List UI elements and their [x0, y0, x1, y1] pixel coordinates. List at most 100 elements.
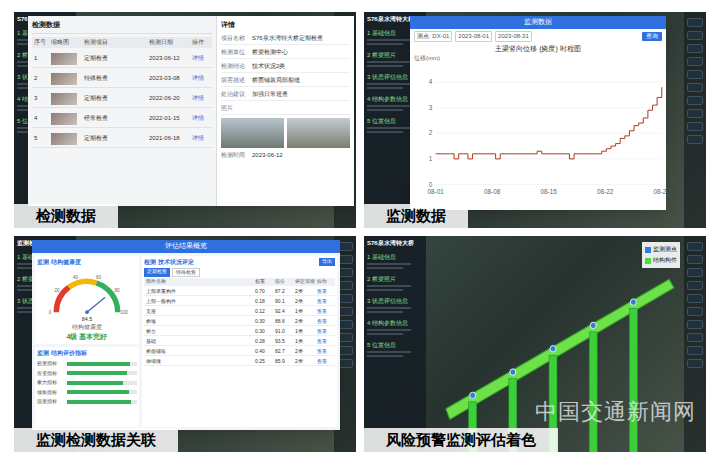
- tool-button-icon[interactable]: [687, 31, 703, 40]
- table-row[interactable]: 基础0.2893.51类查看: [144, 337, 335, 346]
- chart-step: [569, 154, 574, 159]
- sidebar-section[interactable]: 4 结构参数信息: [367, 319, 423, 335]
- health-gauge: 02040608010084.5: [37, 267, 137, 323]
- y-tick: 3: [429, 104, 662, 111]
- table-row[interactable]: 5定期检查2021-06-18详情: [32, 131, 212, 148]
- chart-step: [593, 153, 598, 154]
- table-row[interactable]: 上部一般构件0.1890.12类查看: [144, 297, 335, 306]
- sidebar-line: [367, 43, 403, 45]
- detail-field: 检测结论技术状况2类: [221, 62, 350, 73]
- tool-button-icon[interactable]: [687, 281, 703, 290]
- legend-swatch: [645, 247, 651, 253]
- svg-text:2: 2: [429, 129, 433, 136]
- detail-field: 病害描述桥面铺装局部裂缝: [221, 76, 350, 87]
- tool-button-icon[interactable]: [687, 18, 703, 27]
- photo[interactable]: [221, 118, 284, 148]
- table-row[interactable]: 4经常检查2022-01-15详情: [32, 111, 212, 128]
- chart-step: [491, 154, 496, 159]
- legend-item[interactable]: 监测测点: [645, 245, 677, 254]
- chart-step: [588, 153, 593, 154]
- sensor-marker-icon[interactable]: [550, 346, 556, 352]
- table-tab[interactable]: 定期检查: [144, 268, 170, 278]
- tool-button-icon[interactable]: [687, 255, 703, 264]
- tool-button-icon[interactable]: [687, 294, 703, 303]
- tool-button-icon[interactable]: [687, 122, 703, 131]
- legend-item[interactable]: 结构构件: [645, 256, 677, 265]
- indicator-row: 挠度指标: [37, 360, 137, 368]
- tool-button-icon[interactable]: [687, 70, 703, 79]
- thumbnail: [51, 133, 77, 145]
- indicator-fill: [67, 400, 131, 404]
- detail-link[interactable]: 详情: [192, 94, 210, 103]
- sidebar-line: [367, 263, 411, 265]
- photo[interactable]: [287, 118, 350, 148]
- filter-field[interactable]: 2023-08-01: [455, 31, 492, 42]
- detail-link[interactable]: 详情: [192, 134, 210, 143]
- sidebar-line: [367, 87, 403, 89]
- table-row[interactable]: 2特殊检查2023-03-08详情: [32, 71, 212, 88]
- svg-text:40: 40: [73, 274, 79, 279]
- sensor-marker-icon[interactable]: [630, 299, 636, 305]
- detail-link[interactable]: 详情: [192, 114, 210, 123]
- filter-field[interactable]: 测点: DX-01: [414, 31, 452, 42]
- table-row[interactable]: 桥墩0.3088.62类查看: [144, 317, 335, 326]
- tool-button-icon[interactable]: [687, 242, 703, 251]
- thumbnail: [51, 113, 77, 125]
- sensor-marker-icon[interactable]: [470, 392, 476, 398]
- chart-step: [546, 153, 551, 154]
- thumbnail: [51, 73, 77, 85]
- tool-button-icon[interactable]: [687, 83, 703, 92]
- table-tab[interactable]: 特殊检查: [172, 268, 200, 278]
- tool-button-icon[interactable]: [687, 44, 703, 53]
- chart-step: [606, 146, 611, 149]
- chart-step: [509, 153, 514, 154]
- detail-link[interactable]: 详情: [192, 54, 210, 63]
- chart-step: [454, 154, 459, 159]
- chart-step: [551, 153, 556, 154]
- tool-button-icon[interactable]: [687, 135, 703, 144]
- tool-button-icon[interactable]: [687, 57, 703, 66]
- bridge-pier[interactable]: [589, 322, 597, 452]
- tool-button-icon[interactable]: [687, 268, 703, 277]
- detail-link[interactable]: 详情: [192, 74, 210, 83]
- export-button[interactable]: 导出: [319, 258, 335, 266]
- sensor-marker-icon[interactable]: [590, 322, 596, 328]
- sidebar-section[interactable]: 1 基础信息: [367, 253, 423, 269]
- tool-button-icon[interactable]: [687, 307, 703, 316]
- caption: 检测数据: [14, 204, 118, 228]
- chart-step: [643, 110, 648, 118]
- tool-button-icon[interactable]: [687, 320, 703, 329]
- sidebar-section[interactable]: 2 桥梁照片: [367, 275, 423, 291]
- table-row[interactable]: 伸缩缝0.2585.92类查看: [144, 357, 335, 366]
- filter-field[interactable]: 2023-08-31: [495, 31, 532, 42]
- table-row[interactable]: 上部承重构件0.7087.22类查看: [144, 287, 335, 296]
- line-chart: 0123408-0108-0808-1508-2208-29: [410, 63, 666, 210]
- chart-step: [459, 153, 464, 154]
- table-row[interactable]: 支座0.1292.41类查看: [144, 307, 335, 316]
- tool-button-icon[interactable]: [687, 96, 703, 105]
- tool-button-icon[interactable]: [687, 346, 703, 355]
- tool-button-icon[interactable]: [687, 359, 703, 368]
- column-header: 操作: [192, 38, 210, 47]
- column-header: 权重: [255, 278, 273, 286]
- table-row[interactable]: 桥面铺装0.4082.72类查看: [144, 347, 335, 356]
- sidebar-section[interactable]: 3 状态评估信息: [367, 297, 423, 313]
- bridge-pier[interactable]: [629, 299, 637, 452]
- sidebar-line: [367, 267, 403, 269]
- table-row[interactable]: 3定期检查2022-06-20详情: [32, 91, 212, 108]
- sidebar-section[interactable]: 5 位置信息: [367, 341, 423, 357]
- table-row[interactable]: 1定期检查2023-06-12详情: [32, 51, 212, 68]
- detail-field: 项目名称S76泉水湾特大桥定期检查: [221, 34, 350, 45]
- query-button[interactable]: 查询: [642, 32, 662, 41]
- chart-step: [565, 154, 570, 159]
- svg-text:1: 1: [429, 155, 433, 162]
- tool-button-icon[interactable]: [687, 109, 703, 118]
- sensor-marker-icon[interactable]: [510, 369, 516, 375]
- chart-step: [639, 118, 644, 123]
- chart-step: [436, 153, 441, 154]
- sidebar-line: [367, 351, 411, 353]
- table-row[interactable]: 桥台0.3091.01类查看: [144, 327, 335, 336]
- column-header: 评定等级: [295, 278, 315, 286]
- screenshot-panel: 监测检测数据关联1 基础信息2 桥梁照片3 状态评估信息评估结果概览监测 结构健…: [14, 236, 356, 452]
- tool-button-icon[interactable]: [687, 333, 703, 342]
